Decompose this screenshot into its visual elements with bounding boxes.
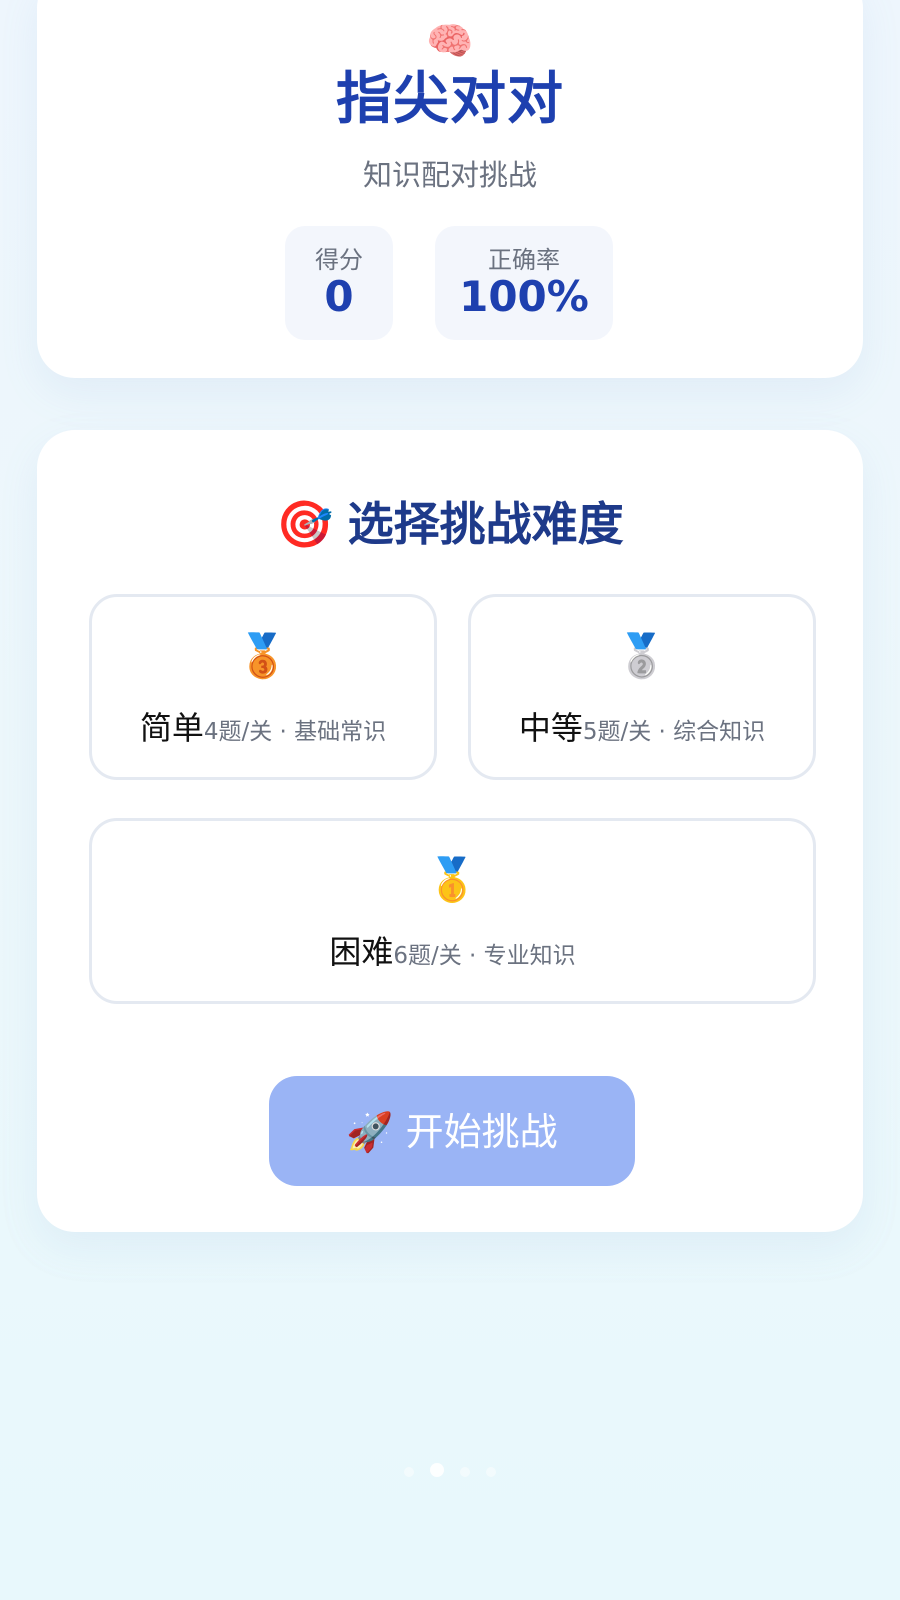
rocket-icon: 🚀 — [346, 1110, 394, 1154]
page-dot — [486, 1467, 496, 1477]
difficulty-option-text: 简单4题/关 · 基础常识 — [92, 703, 434, 749]
score-label: 得分 — [315, 246, 363, 274]
start-challenge-button[interactable]: 🚀 开始挑战 — [269, 1076, 635, 1186]
score-value: 0 — [324, 272, 354, 321]
difficulty-name: 困难 — [329, 933, 394, 971]
gold-medal-icon: 🥇 — [426, 855, 479, 904]
difficulty-heading-text: 选择挑战难度 — [347, 497, 624, 551]
accuracy-stat: 正确率 100% — [435, 226, 613, 340]
difficulty-card: 🎯 选择挑战难度 🥉 简单4题/关 · 基础常识 🥈 中等5题/关 · 综合知识 … — [37, 430, 863, 1232]
bronze-medal-icon: 🥉 — [236, 631, 290, 680]
difficulty-option-text: 困难6题/关 · 专业知识 — [92, 927, 813, 973]
difficulty-name: 中等 — [518, 709, 583, 747]
difficulty-desc: 6题/关 · 专业知识 — [393, 943, 576, 969]
page-indicator — [0, 1462, 900, 1481]
difficulty-option-medium[interactable]: 🥈 中等5题/关 · 综合知识 — [468, 594, 816, 780]
score-stat: 得分 0 — [285, 226, 393, 340]
start-challenge-label: 开始挑战 — [405, 1110, 558, 1154]
app-subtitle: 知识配对挑战 — [362, 158, 537, 192]
app-title: 指尖对对 — [336, 67, 564, 132]
difficulty-option-text: 中等5题/关 · 综合知识 — [471, 703, 813, 749]
difficulty-desc: 5题/关 · 综合知识 — [582, 719, 766, 745]
difficulty-name: 简单 — [139, 709, 204, 747]
difficulty-desc: 4题/关 · 基础常识 — [203, 719, 387, 745]
difficulty-option-easy[interactable]: 🥉 简单4题/关 · 基础常识 — [89, 594, 437, 780]
page-dot — [460, 1467, 470, 1477]
accuracy-value: 100% — [459, 272, 589, 321]
difficulty-heading: 🎯 选择挑战难度 — [37, 488, 863, 554]
target-icon: 🎯 — [276, 497, 334, 551]
silver-medal-icon: 🥈 — [615, 631, 669, 680]
header-card: 🧠 指尖对对 知识配对挑战 得分 0 正确率 100% — [37, 0, 863, 378]
page-dot — [404, 1467, 414, 1477]
accuracy-label: 正确率 — [488, 246, 560, 274]
difficulty-option-hard[interactable]: 🥇 困难6题/关 · 专业知识 — [89, 818, 816, 1004]
page-dot-active — [430, 1463, 444, 1477]
